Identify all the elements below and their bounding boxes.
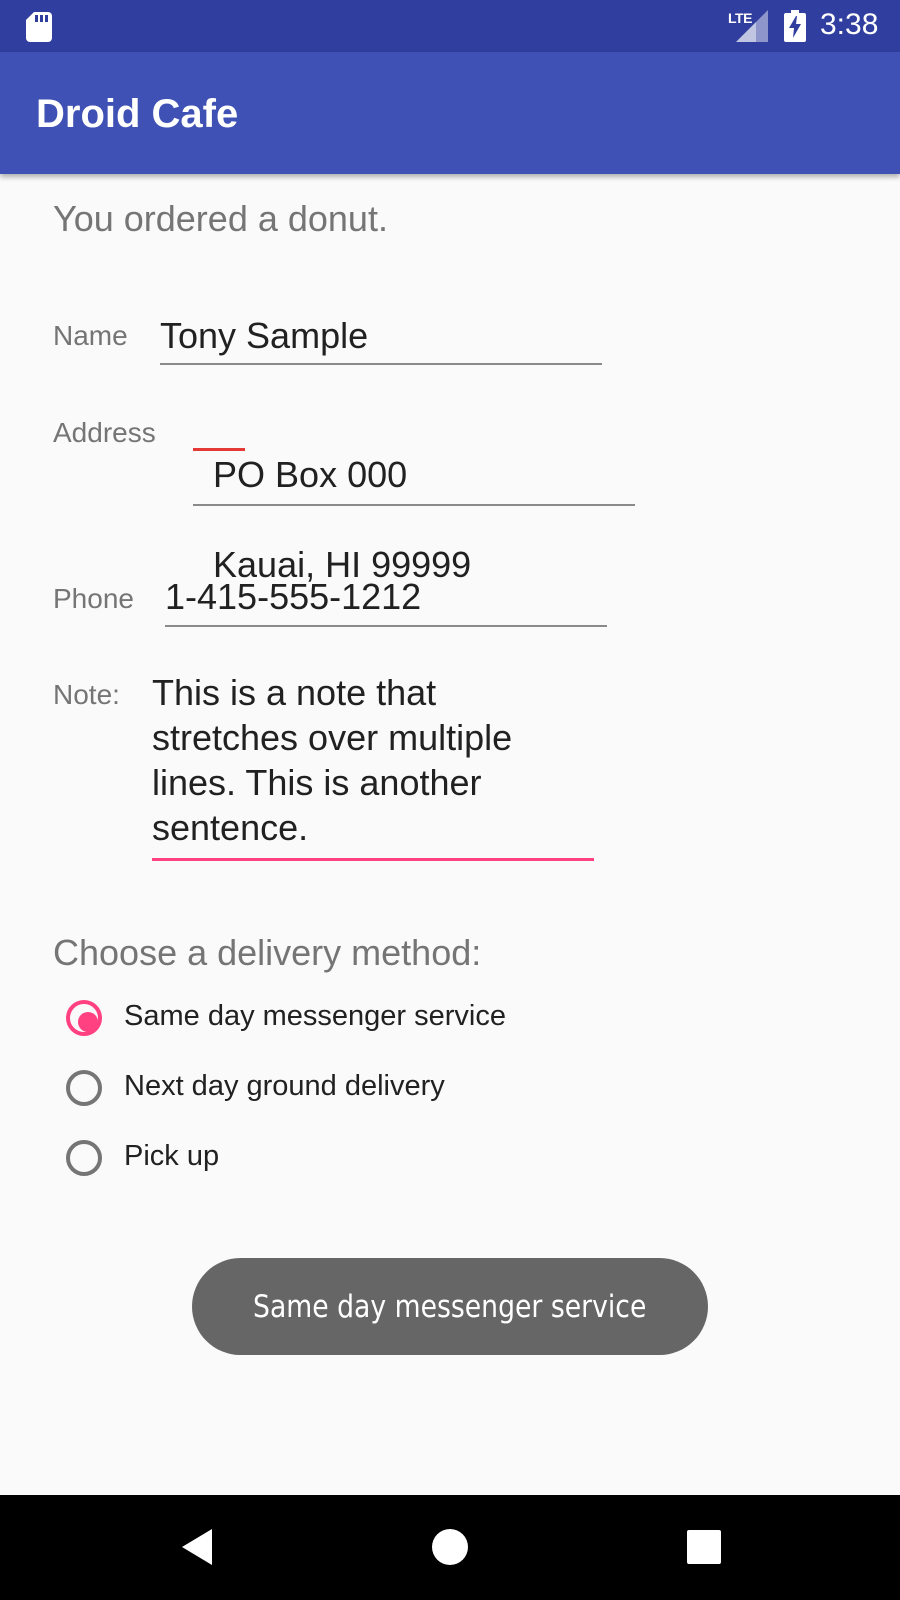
radio-label[interactable]: Next day ground delivery bbox=[124, 1070, 445, 1103]
phone-field-underline bbox=[165, 625, 607, 627]
radio-label[interactable]: Same day messenger service bbox=[124, 1000, 506, 1033]
note-field-underline-focused bbox=[152, 858, 594, 861]
address-field[interactable]: PO Box 000 Kauai, HI 99999 bbox=[193, 407, 471, 587]
address-line-1-spell: PO bbox=[213, 454, 266, 495]
nav-bar bbox=[0, 1495, 900, 1600]
delivery-heading: Choose a delivery method: bbox=[53, 932, 482, 973]
toast: Same day messenger service bbox=[192, 1258, 708, 1355]
radio-label[interactable]: Pick up bbox=[124, 1140, 219, 1173]
radio-next-day[interactable]: Next day ground delivery bbox=[64, 1068, 664, 1118]
note-field[interactable]: This is a note that stretches over multi… bbox=[152, 670, 512, 850]
radio-unchecked-icon[interactable] bbox=[66, 1140, 102, 1176]
name-field[interactable]: Tony Sample bbox=[160, 313, 368, 358]
name-label: Name bbox=[53, 320, 128, 351]
address-line-1-rest: Box 000 bbox=[265, 454, 408, 495]
status-clock: 3:38 bbox=[820, 8, 879, 41]
radio-dot bbox=[78, 1012, 98, 1032]
phone-label: Phone bbox=[53, 583, 134, 614]
home-icon[interactable] bbox=[428, 1525, 472, 1569]
app-bar: Droid Cafe bbox=[0, 52, 900, 174]
name-field-underline bbox=[160, 363, 602, 365]
sd-card-icon bbox=[26, 12, 52, 42]
status-bar: LTE 3:38 bbox=[0, 0, 900, 52]
radio-same-day[interactable]: Same day messenger service bbox=[64, 998, 664, 1048]
address-label: Address bbox=[53, 417, 156, 448]
toast-message: Same day messenger service bbox=[253, 1288, 647, 1325]
recents-icon[interactable] bbox=[682, 1525, 726, 1569]
phone-field[interactable]: 1-415-555-1212 bbox=[165, 574, 421, 619]
radio-checked-icon[interactable] bbox=[66, 1000, 102, 1036]
radio-unchecked-icon[interactable] bbox=[66, 1070, 102, 1106]
app-title: Droid Cafe bbox=[36, 92, 239, 136]
radio-pick-up[interactable]: Pick up bbox=[64, 1138, 664, 1188]
signal-icon bbox=[736, 10, 768, 42]
battery-charging-icon bbox=[784, 10, 806, 42]
address-field-underline bbox=[193, 504, 635, 506]
order-message: You ordered a donut. bbox=[53, 198, 388, 239]
spellcheck-underline bbox=[193, 448, 245, 451]
back-icon[interactable] bbox=[178, 1525, 222, 1569]
note-label: Note: bbox=[53, 679, 120, 710]
